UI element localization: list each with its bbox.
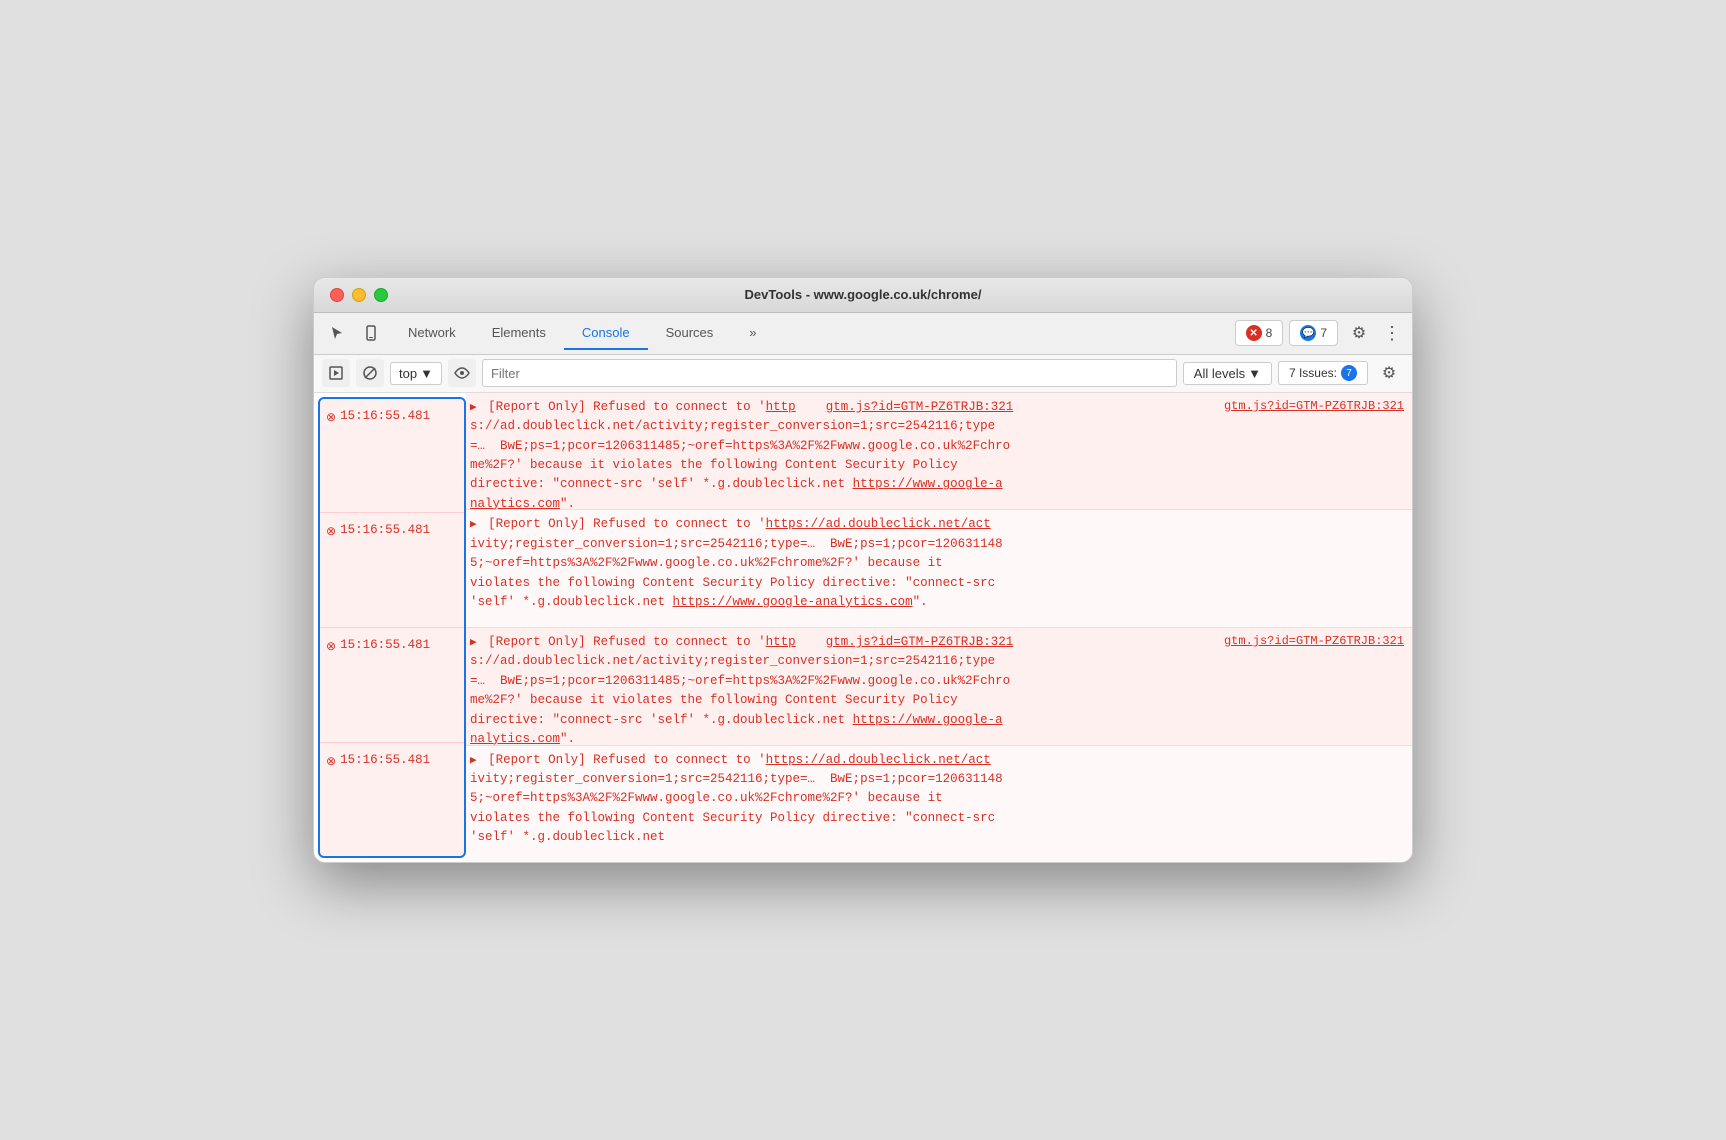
timestamps-column: ⊗ 15:16:55.481 ⊗ 15:16:55.481 ⊗ 15:16:55… xyxy=(318,397,466,858)
console-output: ⊗ 15:16:55.481 ⊗ 15:16:55.481 ⊗ 15:16:55… xyxy=(314,393,1412,862)
timestamp-2: ⊗ 15:16:55.481 xyxy=(320,513,464,628)
log-row-2: ▶ [Report Only] Refused to connect to 'h… xyxy=(466,510,1412,628)
more-options-icon[interactable]: ⋮ xyxy=(1380,318,1404,348)
tab-more[interactable]: » xyxy=(731,317,774,350)
title-bar: DevTools - www.google.co.uk/chrome/ xyxy=(314,278,1412,313)
error-icon-4: ⊗ xyxy=(326,754,336,768)
issues-button[interactable]: 7 Issues: 7 xyxy=(1278,361,1368,385)
tab-network[interactable]: Network xyxy=(390,317,474,350)
clear-icon[interactable] xyxy=(356,359,384,387)
expand-icon-3[interactable]: ▶ xyxy=(470,637,477,649)
console-settings-icon[interactable]: ⚙ xyxy=(1374,358,1404,388)
log-level-selector[interactable]: All levels ▼ xyxy=(1183,362,1272,385)
filter-input[interactable] xyxy=(482,359,1177,387)
context-label: top xyxy=(399,366,417,381)
log-entries-wrapper: ⊗ 15:16:55.481 ⊗ 15:16:55.481 ⊗ 15:16:55… xyxy=(314,393,1412,862)
tab-row: Network Elements Console Sources » xyxy=(390,317,1231,350)
log-source-1[interactable]: gtm.js?id=GTM-PZ6TRJB:321 xyxy=(1224,398,1404,413)
window-title: DevTools - www.google.co.uk/chrome/ xyxy=(745,287,982,302)
messages-badge-button[interactable]: 💬 7 xyxy=(1289,320,1338,346)
timestamp-1: ⊗ 15:16:55.481 xyxy=(320,399,464,514)
timestamp-4: ⊗ 15:16:55.481 xyxy=(320,743,464,857)
log-level-label: All levels xyxy=(1194,366,1245,381)
messages-column: ▶ [Report Only] Refused to connect to 'h… xyxy=(466,393,1412,862)
minimize-button[interactable] xyxy=(352,288,366,302)
tab-elements[interactable]: Elements xyxy=(474,317,564,350)
expand-icon-2[interactable]: ▶ xyxy=(470,519,477,531)
error-icon-2: ⊗ xyxy=(326,524,336,538)
devtools-window: DevTools - www.google.co.uk/chrome/ Netw… xyxy=(313,277,1413,863)
error-icon-1: ⊗ xyxy=(326,410,336,424)
log-level-arrow-icon: ▼ xyxy=(1248,366,1261,381)
expand-icon-1[interactable]: ▶ xyxy=(470,402,477,414)
timestamp-3: ⊗ 15:16:55.481 xyxy=(320,628,464,743)
log-message-1: ▶ [Report Only] Refused to connect to 'h… xyxy=(470,398,1214,514)
dropdown-arrow-icon: ▼ xyxy=(420,366,433,381)
log-row-1: ▶ [Report Only] Refused to connect to 'h… xyxy=(466,393,1412,511)
console-toolbar: top ▼ All levels ▼ 7 Issues: 7 ⚙ xyxy=(314,355,1412,393)
log-source-3[interactable]: gtm.js?id=GTM-PZ6TRJB:321 xyxy=(1224,633,1404,648)
error-count: 8 xyxy=(1266,326,1273,340)
mobile-icon[interactable] xyxy=(356,318,386,348)
traffic-lights xyxy=(330,288,388,302)
tab-console[interactable]: Console xyxy=(564,317,648,350)
cursor-icon[interactable] xyxy=(322,318,352,348)
maximize-button[interactable] xyxy=(374,288,388,302)
settings-gear-icon[interactable]: ⚙ xyxy=(1344,318,1374,348)
execute-icon[interactable] xyxy=(322,359,350,387)
close-button[interactable] xyxy=(330,288,344,302)
log-row-3: ▶ [Report Only] Refused to connect to 'h… xyxy=(466,628,1412,746)
issues-count-badge: 7 xyxy=(1341,365,1357,381)
message-count: 7 xyxy=(1320,326,1327,340)
errors-badge-button[interactable]: ✕ 8 xyxy=(1235,320,1284,346)
context-selector[interactable]: top ▼ xyxy=(390,362,442,385)
error-icon-3: ⊗ xyxy=(326,639,336,653)
issues-label: 7 Issues: xyxy=(1289,366,1337,380)
log-row-4: ▶ [Report Only] Refused to connect to 'h… xyxy=(466,746,1412,863)
message-icon: 💬 xyxy=(1300,325,1316,341)
expand-icon-4[interactable]: ▶ xyxy=(470,755,477,767)
error-icon: ✕ xyxy=(1246,325,1262,341)
log-message-3: ▶ [Report Only] Refused to connect to 'h… xyxy=(470,633,1214,749)
main-toolbar: Network Elements Console Sources » ✕ 8 💬… xyxy=(314,313,1412,355)
tab-sources[interactable]: Sources xyxy=(648,317,732,350)
toolbar-right: ✕ 8 💬 7 ⚙ ⋮ xyxy=(1235,318,1404,348)
eye-icon[interactable] xyxy=(448,359,476,387)
log-message-2: ▶ [Report Only] Refused to connect to 'h… xyxy=(470,515,1394,612)
log-message-4: ▶ [Report Only] Refused to connect to 'h… xyxy=(470,751,1394,848)
